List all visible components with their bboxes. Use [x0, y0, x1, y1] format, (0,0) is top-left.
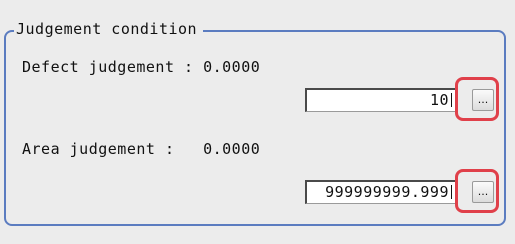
- defect-judgement-label: Defect judgement : 0.0000: [22, 58, 261, 76]
- area-judgement-label: Area judgement : 0.0000: [22, 140, 261, 158]
- area-judgement-input[interactable]: 999999999.999: [305, 180, 457, 204]
- area-button-highlight: [455, 169, 499, 213]
- defect-judgement-value: 10: [429, 91, 449, 109]
- area-judgement-value: 999999999.999: [325, 183, 449, 201]
- defect-judgement-input[interactable]: 10: [305, 88, 457, 112]
- defect-button-highlight: [455, 77, 499, 121]
- text-caret: [451, 185, 452, 199]
- group-title: Judgement condition: [14, 20, 204, 38]
- text-caret: [451, 93, 452, 107]
